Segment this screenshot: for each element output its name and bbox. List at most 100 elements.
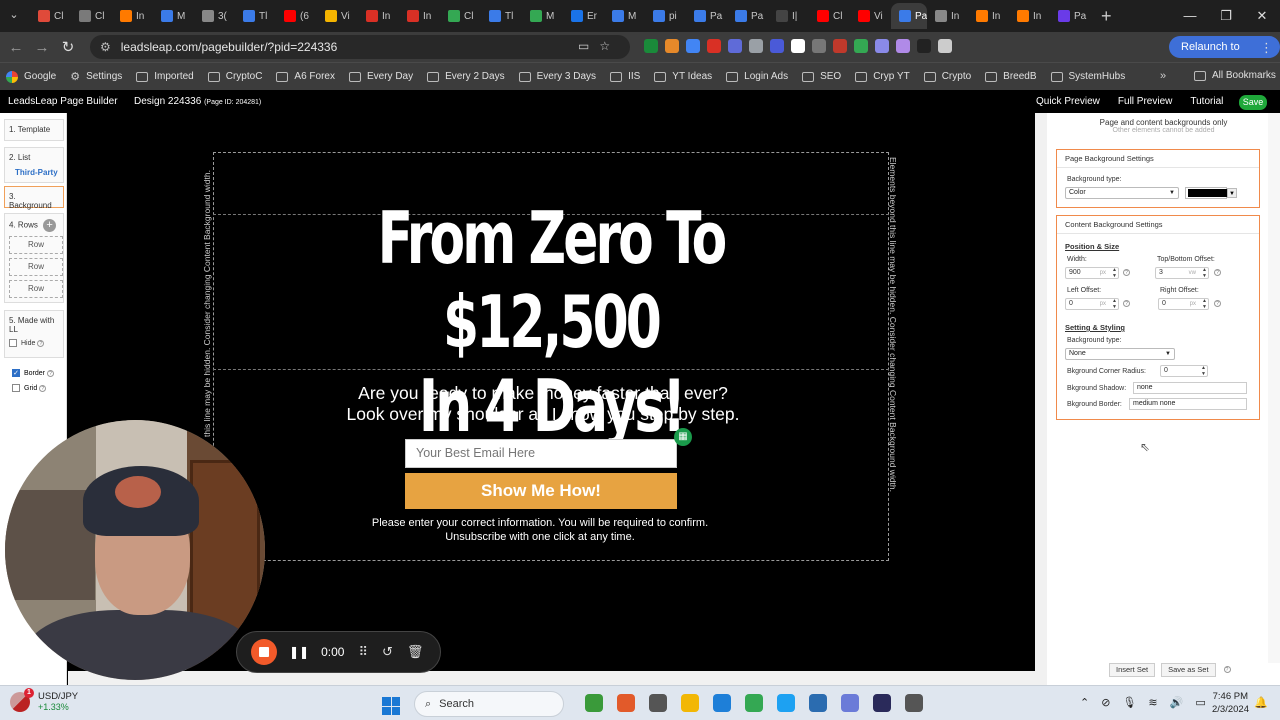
add-row-icon[interactable]: + bbox=[43, 219, 57, 232]
insert-set-button[interactable]: Insert Set bbox=[1109, 663, 1156, 677]
subheadline[interactable]: Are you ready to make money faster than … bbox=[213, 383, 873, 425]
more-bookmarks-icon[interactable]: » bbox=[1160, 70, 1166, 82]
bookmark-item[interactable]: Imported bbox=[136, 71, 194, 82]
tab-active[interactable]: Pa× bbox=[891, 3, 927, 29]
browser-tab[interactable]: Pa bbox=[1050, 3, 1091, 29]
back-icon[interactable]: ← bbox=[3, 39, 29, 56]
width-input[interactable]: 900 px ▲ ▼ bbox=[1065, 267, 1119, 279]
quick-preview-link[interactable]: Quick Preview bbox=[1036, 96, 1100, 107]
taskbar-app-icon[interactable] bbox=[841, 694, 859, 712]
bookmark-item[interactable]: Every 2 Days bbox=[427, 71, 505, 82]
taskbar-app-icon[interactable] bbox=[777, 694, 795, 712]
bookmark-item[interactable]: Every 3 Days bbox=[518, 71, 596, 82]
browser-tab[interactable]: In bbox=[1009, 3, 1050, 29]
browser-tab[interactable]: In bbox=[927, 3, 968, 29]
bookmark-item[interactable]: YT Ideas bbox=[654, 71, 712, 82]
extension-icon[interactable] bbox=[791, 39, 805, 53]
email-field[interactable]: Your Best Email Here bbox=[405, 439, 677, 468]
notifications-icon[interactable]: 🔔 bbox=[1254, 696, 1268, 709]
corner-radius-input[interactable]: 0 ▲ ▼ bbox=[1160, 365, 1208, 377]
taskbar-app-icon[interactable] bbox=[585, 694, 603, 712]
minimize-icon[interactable]: — bbox=[1172, 0, 1208, 32]
browser-tab[interactable]: M bbox=[604, 3, 645, 29]
browser-tab[interactable]: In bbox=[112, 3, 153, 29]
browser-menu-icon[interactable]: ⋮ bbox=[1260, 40, 1273, 56]
taskbar-app-icon[interactable] bbox=[905, 694, 923, 712]
browser-tab[interactable]: Vi bbox=[850, 3, 891, 29]
chevron-up-icon[interactable]: ⌃ bbox=[1080, 696, 1089, 709]
reload-icon[interactable]: ↻ bbox=[55, 38, 81, 56]
extension-icon[interactable] bbox=[728, 39, 742, 53]
stepper-icon[interactable]: ▲ ▼ bbox=[1112, 267, 1117, 279]
help-icon[interactable]: ? bbox=[1223, 666, 1231, 673]
checkbox-checked-icon[interactable]: ✓ bbox=[12, 369, 20, 377]
browser-tab[interactable]: (6 bbox=[276, 3, 317, 29]
bookmark-item[interactable]: Google bbox=[6, 70, 56, 83]
bookmark-item[interactable]: Cryp YT bbox=[855, 71, 910, 82]
stop-recording-button[interactable] bbox=[251, 639, 277, 665]
tab-search-icon[interactable]: ⌄ bbox=[6, 8, 22, 24]
save-as-set-button[interactable]: Save as Set bbox=[1161, 663, 1216, 677]
bookmark-item[interactable]: A6 Forex bbox=[276, 71, 335, 82]
taskbar-app-icon[interactable] bbox=[809, 694, 827, 712]
browser-tab[interactable]: Cl bbox=[440, 3, 481, 29]
browser-tab[interactable]: In bbox=[358, 3, 399, 29]
bookmark-item[interactable]: Crypto bbox=[923, 71, 971, 82]
extension-icon[interactable] bbox=[938, 39, 952, 53]
tb-offset-input[interactable]: 3 vw ▲ ▼ bbox=[1155, 267, 1209, 279]
browser-tab[interactable]: Cl bbox=[809, 3, 850, 29]
chevron-down-icon[interactable]: ▼ bbox=[1227, 188, 1237, 198]
row-item[interactable]: Row bbox=[9, 258, 63, 276]
row-item[interactable]: Row bbox=[9, 236, 63, 254]
close-window-icon[interactable]: ✕ bbox=[1244, 0, 1280, 32]
browser-tab[interactable]: Pa bbox=[686, 3, 727, 29]
extension-icon[interactable] bbox=[665, 39, 679, 53]
settings-scrollbar[interactable] bbox=[1268, 113, 1280, 663]
left-offset-input[interactable]: 0 px ▲ ▼ bbox=[1065, 298, 1119, 310]
help-icon[interactable]: ? bbox=[1214, 269, 1221, 276]
network-off-icon[interactable]: ⊘ bbox=[1101, 696, 1110, 709]
extension-icon[interactable] bbox=[833, 39, 847, 53]
full-preview-link[interactable]: Full Preview bbox=[1118, 96, 1172, 107]
stepper-icon[interactable]: ▲ ▼ bbox=[1202, 298, 1207, 310]
grid-checkbox[interactable]: Grid ? bbox=[12, 384, 47, 392]
extension-icon[interactable] bbox=[707, 39, 721, 53]
forward-icon[interactable]: → bbox=[29, 39, 55, 56]
bookmark-item[interactable]: Every Day bbox=[349, 71, 413, 82]
extension-icon[interactable] bbox=[686, 39, 700, 53]
bookmark-item[interactable]: CryptoC bbox=[207, 71, 262, 82]
bg-color-picker[interactable]: ▼ bbox=[1185, 187, 1237, 199]
shadow-input[interactable]: none bbox=[1133, 382, 1247, 394]
browser-tab[interactable]: pi bbox=[645, 3, 686, 29]
browser-tab[interactable]: Vi bbox=[317, 3, 358, 29]
grid-icon[interactable]: ⠿ bbox=[358, 644, 368, 660]
taskbar-search[interactable]: ⌕ Search bbox=[414, 691, 564, 717]
taskbar-app-icon[interactable] bbox=[617, 694, 635, 712]
bookmark-item[interactable]: ⚙ Settings bbox=[70, 70, 122, 83]
help-icon[interactable]: ? bbox=[1123, 300, 1130, 307]
bookmark-item[interactable]: IIS bbox=[610, 71, 640, 82]
cta-button[interactable]: Show Me How! bbox=[405, 473, 677, 509]
browser-tab[interactable]: Cl bbox=[30, 3, 71, 29]
help-icon[interactable]: ? bbox=[1123, 269, 1130, 276]
step-list-provider[interactable]: Third-Party bbox=[15, 168, 59, 177]
hide-checkbox[interactable]: Hide ? bbox=[9, 339, 59, 347]
taskbar-app-icon[interactable] bbox=[745, 694, 763, 712]
right-offset-input[interactable]: 0 px ▲ ▼ bbox=[1158, 298, 1209, 310]
browser-tab[interactable]: M bbox=[522, 3, 563, 29]
browser-tab[interactable]: In bbox=[399, 3, 440, 29]
help-icon[interactable]: ? bbox=[39, 384, 47, 392]
help-icon[interactable]: ? bbox=[1214, 300, 1221, 307]
windows-start-icon[interactable] bbox=[382, 697, 400, 715]
content-bg-type-select[interactable]: None ▼ bbox=[1065, 348, 1175, 360]
form-disclaimer[interactable]: Please enter your correct information. Y… bbox=[213, 516, 867, 544]
maximize-icon[interactable]: ❐ bbox=[1208, 0, 1244, 32]
extension-icon[interactable] bbox=[770, 39, 784, 53]
browser-tab[interactable]: Er bbox=[563, 3, 604, 29]
extension-icon[interactable] bbox=[644, 39, 658, 53]
tutorial-link[interactable]: Tutorial bbox=[1190, 96, 1223, 107]
extension-icon[interactable] bbox=[749, 39, 763, 53]
extension-icon[interactable] bbox=[812, 39, 826, 53]
volume-icon[interactable]: 🔊 bbox=[1170, 696, 1184, 709]
bookmark-item[interactable]: SystemHubs bbox=[1050, 71, 1125, 82]
